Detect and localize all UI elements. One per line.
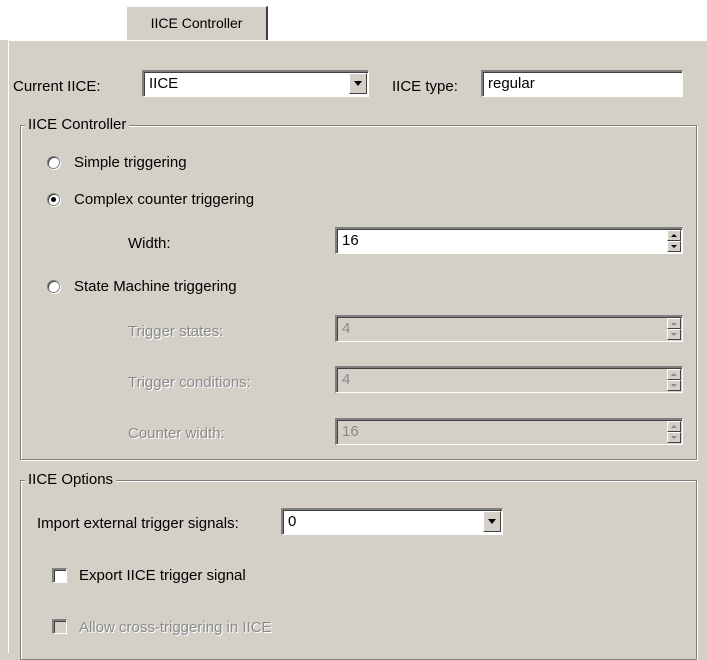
current-iice-value: IICE (149, 75, 179, 92)
state-machine-triggering-label: State Machine triggering (74, 278, 237, 295)
iice-type-label: IICE type: (392, 78, 458, 95)
trigger-states-value: 4 (342, 320, 351, 337)
width-spinbox[interactable]: 16 (335, 227, 683, 254)
export-trigger-label: Export IICE trigger signal (79, 567, 246, 584)
counter-width-value: 16 (342, 423, 359, 440)
counter-width-label: Counter width: (128, 425, 225, 442)
spin-arrows-icon (667, 421, 681, 443)
trigger-conditions-label: Trigger conditions: (128, 374, 251, 391)
spin-arrows-icon (667, 369, 681, 391)
radio-selected-dot (51, 197, 56, 202)
complex-counter-triggering-label: Complex counter triggering (74, 191, 255, 208)
tab-strip (0, 0, 707, 40)
spin-arrows-icon (667, 318, 681, 340)
chevron-down-icon[interactable] (483, 511, 501, 532)
simple-triggering-label: Simple triggering (74, 154, 187, 171)
counter-width-spinbox[interactable]: 16 (335, 418, 683, 445)
trigger-states-label: Trigger states: (128, 323, 224, 340)
trigger-states-spinbox[interactable]: 4 (335, 315, 683, 342)
current-iice-dropdown[interactable]: IICE (142, 70, 369, 97)
radio-simple-triggering[interactable] (47, 156, 60, 169)
cross-triggering-label: Allow cross-triggering in IICE (79, 619, 272, 636)
iice-controller-group-title: IICE Controller (25, 116, 130, 134)
width-value: 16 (342, 232, 359, 249)
current-iice-label: Current IICE: (13, 78, 101, 95)
radio-complex-counter-triggering[interactable] (47, 193, 60, 206)
radio-state-machine-triggering[interactable] (47, 280, 60, 293)
iice-type-field[interactable]: regular (481, 70, 683, 97)
tab-iice-controller[interactable]: IICE Controller (126, 6, 268, 41)
chevron-down-icon[interactable] (349, 73, 367, 94)
import-external-trigger-label: Import external trigger signals: (37, 515, 239, 532)
trigger-conditions-spinbox[interactable]: 4 (335, 366, 683, 393)
iice-options-group-title: IICE Options (25, 471, 117, 489)
trigger-conditions-value: 4 (342, 371, 351, 388)
import-external-trigger-value: 0 (288, 513, 297, 530)
spin-arrows-icon[interactable] (667, 230, 681, 252)
export-trigger-checkbox[interactable] (52, 568, 67, 583)
cross-triggering-checkbox[interactable] (52, 619, 67, 634)
import-external-trigger-dropdown[interactable]: 0 (281, 508, 503, 535)
width-label: Width: (128, 235, 171, 252)
